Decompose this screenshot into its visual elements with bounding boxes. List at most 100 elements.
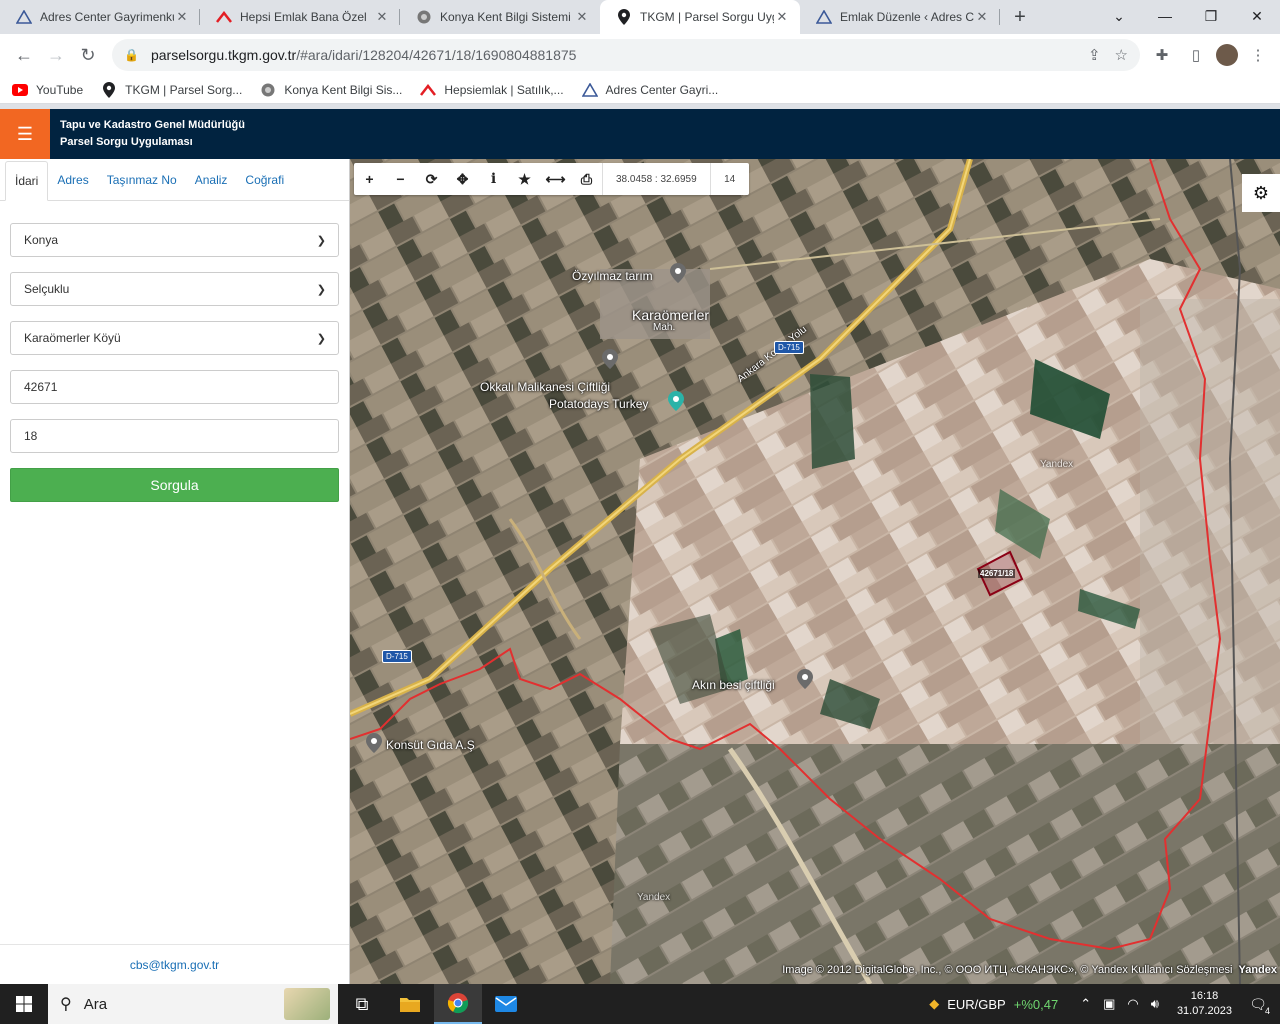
bookmark-tkgm[interactable]: TKGM | Parsel Sorg... [101, 81, 242, 98]
menu-dots-icon[interactable]: ⋮ [1244, 41, 1272, 69]
minimize-icon[interactable]: — [1142, 0, 1188, 32]
map-toolbar: + − ⟳ ✥ i ★ ⟷ ⎙ 38.0458 : 32.6959 14 [354, 163, 749, 195]
coordinate-readout: 38.0458 : 32.6959 [602, 163, 711, 195]
chevron-down-icon: ❯ [316, 283, 326, 296]
url-host: parselsorgu.tkgm.gov.tr [150, 47, 297, 63]
location-pin-icon[interactable] [668, 391, 684, 411]
print-icon[interactable]: ⎙ [571, 163, 602, 195]
wifi-icon[interactable]: ◠ [1127, 996, 1138, 1012]
bookmark-youtube[interactable]: YouTube [12, 82, 83, 98]
map-attribution: Image © 2012 DigitalGlobe, Inc., © ООО И… [782, 964, 1277, 976]
tab-adres[interactable]: Adres [48, 160, 97, 200]
tab-analiz[interactable]: Analiz [186, 160, 237, 200]
taskbar-search[interactable]: ⚲ Ara [48, 984, 338, 1024]
windows-taskbar: ⚲ Ara ⧉ ◆ EUR/GBP +%0,47 ⌃ ▣ ◠ 🔊︎ 16:18 … [0, 984, 1280, 1024]
close-icon[interactable]: ✕ [774, 9, 790, 25]
close-icon[interactable]: ✕ [174, 9, 190, 25]
tab-tasinmaz-no[interactable]: Taşınmaz No [98, 160, 186, 200]
map-label: Karaömerler [632, 307, 710, 323]
windows-start-icon[interactable] [0, 984, 48, 1024]
hepsiemlak-logo-icon [216, 9, 232, 25]
star-icon[interactable]: ☆ [1115, 46, 1128, 64]
back-icon[interactable]: ← [8, 39, 40, 71]
browser-toolbar: ← → ↻ 🔒 parselsorgu.tkgm.gov.tr /#ara/id… [0, 34, 1280, 76]
bookmark-konya[interactable]: Konya Kent Bilgi Sis... [260, 82, 402, 98]
adres-logo-icon [581, 82, 598, 98]
browser-tab-active[interactable]: TKGM | Parsel Sorgu Uygu ✕ [600, 0, 800, 34]
gear-icon[interactable]: ⚙ [1242, 174, 1280, 212]
browser-tab[interactable]: Adres Center Gayrimenkul ✕ [0, 0, 200, 34]
extensions-icon[interactable]: ✚ [1148, 41, 1176, 69]
tab-idari[interactable]: İdari [5, 161, 49, 201]
browser-tab[interactable]: Hepsi Emlak Bana Özel ✕ [200, 0, 400, 34]
new-tab-button[interactable]: + [1006, 3, 1034, 31]
map-label: Potatodays Turkey [549, 397, 649, 411]
konya-logo-icon [416, 9, 432, 25]
tab-title: Emlak Düzenle ‹ Adres Ce [840, 10, 974, 24]
chevron-down-icon: ❯ [316, 234, 326, 247]
clock[interactable]: 16:18 31.07.2023 [1177, 989, 1232, 1019]
volume-icon[interactable]: 🔊︎ [1151, 996, 1159, 1012]
task-view-icon[interactable]: ⧉ [338, 984, 386, 1024]
neighborhood-select[interactable]: Karaömerler Köyü ❯ [10, 321, 339, 355]
reload-icon[interactable]: ↻ [72, 39, 104, 71]
side-panel-icon[interactable]: ▯ [1182, 41, 1210, 69]
measure-icon[interactable]: ⟷ [540, 163, 571, 195]
device-icon[interactable]: ▣ [1103, 996, 1115, 1012]
map-label: Özyılmaz tarım [572, 269, 653, 283]
contact-email-link[interactable]: cbs@tkgm.gov.tr [0, 944, 349, 984]
avatar[interactable] [1216, 44, 1238, 66]
zoom-out-icon[interactable]: − [385, 163, 416, 195]
tab-cografi[interactable]: Coğrafi [236, 160, 293, 200]
tab-title: Konya Kent Bilgi Sistemi [440, 10, 571, 24]
query-button[interactable]: Sorgula [10, 468, 339, 502]
map-watermark: Yandex [1040, 459, 1074, 470]
star-icon[interactable]: ★ [509, 163, 540, 195]
mail-icon[interactable] [482, 984, 530, 1024]
locate-icon[interactable]: ✥ [447, 163, 478, 195]
parcel-input[interactable]: 18 [10, 419, 339, 453]
location-pin-icon[interactable] [602, 349, 618, 369]
chrome-icon[interactable] [434, 984, 482, 1024]
map-view[interactable]: Özyılmaz tarım Karaömerler Mah. Okkalı M… [350, 159, 1280, 984]
refresh-icon[interactable]: ⟳ [416, 163, 447, 195]
location-pin-icon[interactable] [670, 263, 686, 283]
info-icon[interactable]: i [478, 163, 509, 195]
zoom-in-icon[interactable]: + [354, 163, 385, 195]
close-icon[interactable]: ✕ [374, 9, 390, 25]
currency-icon: ◆ [929, 996, 940, 1011]
close-icon[interactable]: ✕ [974, 9, 990, 25]
road-badge: D-715 [382, 650, 412, 663]
stock-ticker[interactable]: ◆ EUR/GBP +%0,47 [929, 996, 1058, 1012]
bookmark-adres[interactable]: Adres Center Gayri... [581, 82, 718, 98]
notification-icon[interactable]: 🗨︎ 4 [1244, 990, 1272, 1018]
address-bar[interactable]: 🔒 parselsorgu.tkgm.gov.tr /#ara/idari/12… [112, 39, 1140, 71]
lock-icon[interactable]: 🔒 [124, 48, 139, 62]
location-pin-icon[interactable] [797, 669, 813, 689]
query-form: Konya ❯ Selçuklu ❯ Karaömerler Köyü ❯ 42… [0, 201, 349, 502]
file-explorer-icon[interactable] [386, 984, 434, 1024]
close-icon[interactable]: ✕ [574, 9, 590, 25]
parcel-label[interactable]: 42671/18 [978, 569, 1016, 578]
browser-tab[interactable]: Emlak Düzenle ‹ Adres Ce ✕ [800, 0, 1000, 34]
chevron-up-icon[interactable]: ⌃ [1080, 996, 1091, 1012]
province-select[interactable]: Konya ❯ [10, 223, 339, 257]
district-select[interactable]: Selçuklu ❯ [10, 272, 339, 306]
query-tabs: İdari Adres Taşınmaz No Analiz Coğrafi [0, 159, 349, 201]
restore-icon[interactable]: ❐ [1188, 0, 1234, 32]
hamburger-menu-icon[interactable]: ☰ [0, 109, 50, 159]
chevron-down-icon[interactable]: ⌄ [1096, 0, 1142, 32]
query-sidebar: İdari Adres Taşınmaz No Analiz Coğrafi K… [0, 159, 350, 984]
location-pin-icon[interactable] [366, 733, 382, 753]
block-input[interactable]: 42671 [10, 370, 339, 404]
forward-icon[interactable]: → [40, 39, 72, 71]
share-icon[interactable]: ⇪ [1088, 46, 1101, 64]
search-icon: ⚲ [60, 996, 72, 1013]
close-window-icon[interactable]: ✕ [1234, 0, 1280, 32]
browser-tab-strip: Adres Center Gayrimenkul ✕ Hepsi Emlak B… [0, 0, 1280, 34]
bookmark-hepsiemlak[interactable]: Hepsiemlak | Satılık,... [420, 82, 564, 98]
map-label: Okkalı Malikanesi Çiftliği [480, 380, 611, 394]
chevron-down-icon: ❯ [316, 332, 326, 345]
bookmarks-bar: YouTube TKGM | Parsel Sorg... Konya Kent… [0, 76, 1280, 104]
browser-tab[interactable]: Konya Kent Bilgi Sistemi ✕ [400, 0, 600, 34]
